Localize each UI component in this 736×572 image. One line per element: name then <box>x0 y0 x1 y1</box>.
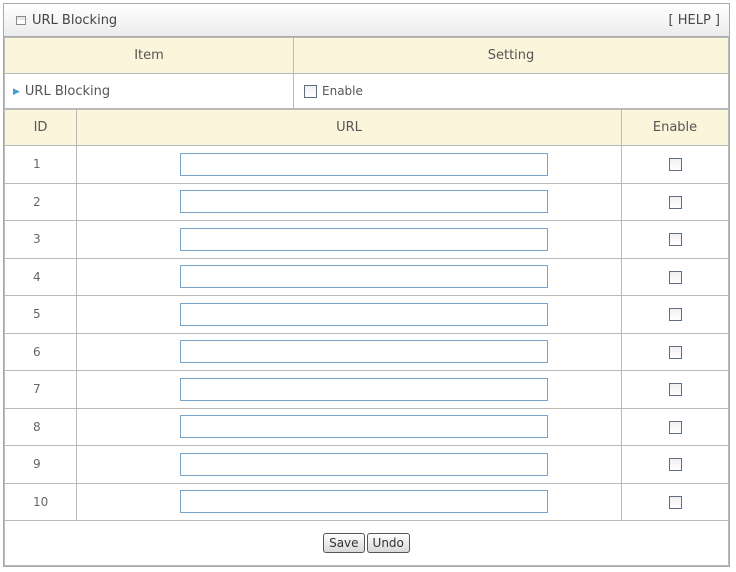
table-row: 7 <box>4 370 729 409</box>
row-id: 1 <box>4 145 77 184</box>
save-button[interactable]: Save <box>323 533 365 553</box>
url-input-9[interactable] <box>180 452 548 476</box>
id-column-header: ID <box>4 109 77 146</box>
url-input-5[interactable] <box>180 302 548 326</box>
row-id: 3 <box>4 220 77 259</box>
row-id: 5 <box>4 295 77 334</box>
row-id: 6 <box>4 332 77 371</box>
url-input-4[interactable] <box>180 265 548 289</box>
url-input-8[interactable] <box>180 415 548 439</box>
url-blocking-enable-checkbox[interactable] <box>304 84 317 98</box>
row-enable-checkbox-3[interactable] <box>668 233 682 247</box>
url-input-3[interactable] <box>180 227 548 251</box>
url-grid: ID URL Enable 1 2 3 4 5 6 7 8 9 10 Save … <box>4 109 729 566</box>
table-row: 6 <box>4 332 729 371</box>
url-input-2[interactable] <box>180 190 548 214</box>
row-id: 8 <box>4 407 77 446</box>
url-blocking-enable-label: Enable <box>322 84 363 98</box>
row-enable-checkbox-9[interactable] <box>668 458 682 472</box>
button-bar: Save Undo <box>4 520 729 566</box>
url-column-header: URL <box>76 109 622 146</box>
triangle-bullet-icon: ▶ <box>13 86 20 97</box>
url-blocking-setting-cell: Enable <box>293 73 729 109</box>
row-enable-checkbox-8[interactable] <box>668 420 682 434</box>
panel-titlebar: URL Blocking [ HELP ] <box>4 4 729 37</box>
row-id: 7 <box>4 370 77 409</box>
help-link[interactable]: [ HELP ] <box>669 13 720 28</box>
document-icon <box>16 15 26 25</box>
row-id: 2 <box>4 182 77 221</box>
url-blocking-label: URL Blocking <box>24 83 111 99</box>
row-enable-checkbox-7[interactable] <box>668 383 682 397</box>
table-row: 9 <box>4 445 729 484</box>
url-blocking-label-cell: ▶ URL Blocking <box>4 73 294 109</box>
config-table: Item Setting ▶ URL Blocking Enable <box>4 37 729 109</box>
row-id: 4 <box>4 257 77 296</box>
table-row: 10 <box>4 482 729 521</box>
row-id: 10 <box>4 482 77 521</box>
row-enable-checkbox-2[interactable] <box>668 195 682 209</box>
table-row: 8 <box>4 407 729 446</box>
url-blocking-panel: URL Blocking [ HELP ] Item Setting ▶ URL … <box>3 3 730 567</box>
table-row: 4 <box>4 257 729 296</box>
row-enable-checkbox-5[interactable] <box>668 308 682 322</box>
table-row: 1 <box>4 145 729 184</box>
row-id: 9 <box>4 445 77 484</box>
url-input-1[interactable] <box>180 152 548 176</box>
row-enable-checkbox-4[interactable] <box>668 270 682 284</box>
url-input-10[interactable] <box>180 490 548 514</box>
row-enable-checkbox-1[interactable] <box>668 158 682 172</box>
item-header: Item <box>4 37 294 74</box>
enable-column-header: Enable <box>621 109 729 146</box>
row-enable-checkbox-6[interactable] <box>668 345 682 359</box>
undo-button[interactable]: Undo <box>366 533 410 553</box>
panel-title: URL Blocking <box>32 12 118 28</box>
table-row: 5 <box>4 295 729 334</box>
table-row: 3 <box>4 220 729 259</box>
setting-header: Setting <box>293 37 729 74</box>
url-input-7[interactable] <box>180 377 548 401</box>
url-input-6[interactable] <box>180 340 548 364</box>
table-row: 2 <box>4 182 729 221</box>
row-enable-checkbox-10[interactable] <box>668 495 682 509</box>
